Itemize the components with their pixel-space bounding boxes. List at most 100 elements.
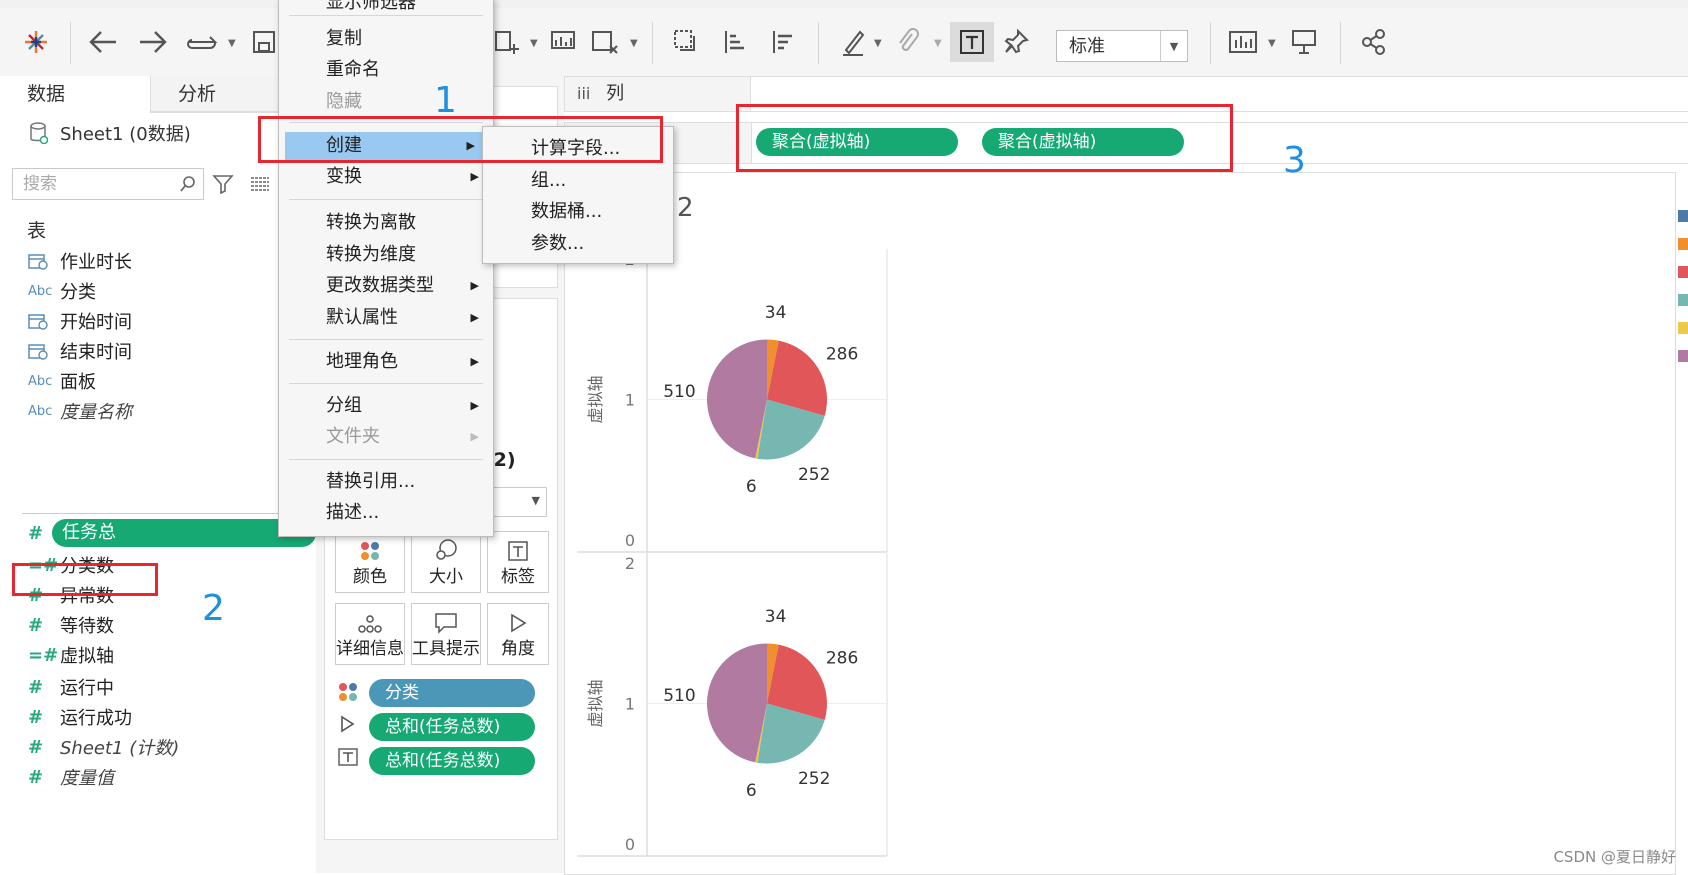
menu-bar [0, 0, 1688, 8]
filter-icon[interactable] [212, 174, 234, 194]
marks-pill-label[interactable]: 总和(任务总数) [369, 747, 535, 775]
redo-loop-icon[interactable] [186, 24, 220, 60]
highlight-dropdown-icon[interactable]: ▼ [874, 38, 882, 49]
clear-dropdown-icon[interactable]: ▼ [630, 38, 638, 49]
submenu-item-group[interactable]: 组... [483, 167, 673, 195]
highlight-box-virtual-axis [12, 563, 158, 596]
pie-slice-label: 6 [746, 477, 757, 497]
share-icon[interactable] [1360, 24, 1388, 60]
field-item[interactable]: Abc 度量名称 [28, 396, 132, 426]
field-item[interactable]: # Sheet1 (计数) [28, 732, 179, 762]
number-type-icon: # [28, 736, 44, 758]
menu-item-rename[interactable]: 重命名 [279, 56, 493, 84]
angle-button[interactable]: 角度 [487, 603, 549, 665]
menu-item-geographic-role[interactable]: 地理角色 ▶ [279, 348, 493, 376]
tab-analysis[interactable]: 分析 [150, 76, 280, 112]
y-axis-label: 虚拟轴 [586, 679, 605, 727]
angle-label: 角度 [501, 639, 535, 659]
toolbar: ▼ ▼ ▼ ▼ ▼ 标准 ▼ ▼ [0, 8, 1688, 77]
tab-data[interactable]: 数据 [0, 76, 150, 112]
back-arrow-icon[interactable] [88, 24, 118, 60]
field-label: 分类 [60, 282, 96, 303]
presentation-icon[interactable] [1290, 24, 1318, 60]
sort-descending-icon[interactable] [768, 24, 796, 60]
menu-item-transform[interactable]: 变换 ▶ [279, 163, 493, 191]
fit-select[interactable]: 标准 ▼ [1056, 30, 1188, 62]
y-axis-label: 虚拟轴 [586, 375, 605, 423]
swap-rows-columns-icon[interactable] [672, 24, 700, 60]
field-item[interactable]: Abc 面板 [28, 366, 96, 396]
submenu-item-parameter[interactable]: 参数... [483, 230, 673, 258]
menu-item-convert-discrete[interactable]: 转换为离散 [279, 209, 493, 237]
color-icon [337, 681, 359, 707]
menu-item-group[interactable]: 分组 ▶ [279, 392, 493, 420]
view-area: 2 012虚拟轴342862526510012虚拟轴342862526510 [564, 172, 1676, 875]
field-label: 面板 [60, 372, 96, 393]
marks-pill-angle[interactable]: 总和(任务总数) [369, 713, 535, 741]
field-item[interactable]: # 运行成功 [28, 702, 132, 732]
field-item-virtual-axis[interactable]: =# 虚拟轴 [28, 640, 114, 670]
menu-item-describe[interactable]: 描述... [279, 499, 493, 527]
color-label: 颜色 [353, 567, 387, 587]
view-list-icon[interactable] [250, 176, 270, 192]
field-item[interactable]: # 运行中 [28, 672, 114, 702]
datasource-item[interactable]: Sheet1 (0数据) [30, 120, 191, 146]
menu-item-change-data-type[interactable]: 更改数据类型 ▶ [279, 272, 493, 300]
show-me-icon[interactable] [1228, 24, 1260, 60]
menu-item-convert-dimension[interactable]: 转换为维度 [279, 241, 493, 269]
number-type-icon: # [28, 706, 44, 728]
field-item-selected[interactable]: # 任务总数 [28, 518, 316, 571]
mark-type-dropdown[interactable]: ▼ [489, 487, 547, 517]
highlight-pen-icon[interactable] [840, 24, 866, 60]
color-button[interactable]: 颜色 [335, 531, 405, 593]
menu-item-folder-label: 文件夹 [326, 426, 380, 447]
submenu-item-bin[interactable]: 数据桶... [483, 198, 673, 226]
annotation-1: 1 [434, 80, 457, 121]
detail-button[interactable]: 详细信息 [335, 603, 405, 665]
tableau-logo-icon[interactable] [22, 24, 50, 60]
tooltip-button[interactable]: 工具提示 [411, 603, 481, 665]
show-me-dropdown-icon[interactable]: ▼ [1268, 38, 1276, 49]
duplicate-sheet-icon[interactable] [548, 24, 578, 60]
clear-sheet-icon[interactable] [590, 24, 620, 60]
redo-dropdown-icon[interactable]: ▼ [228, 38, 236, 49]
y-tick-label: 1 [625, 391, 635, 410]
y-tick-label: 0 [625, 531, 635, 550]
angle-icon [488, 604, 548, 634]
new-worksheet-icon[interactable] [494, 24, 520, 60]
new-worksheet-dropdown-icon[interactable]: ▼ [530, 38, 538, 49]
sort-ascending-icon[interactable] [720, 24, 748, 60]
datasource-name: Sheet1 (0数据) [60, 124, 191, 145]
size-label: 大小 [429, 567, 463, 587]
menu-item-replace-references[interactable]: 替换引用... [279, 468, 493, 496]
annotation-3: 3 [1283, 140, 1306, 181]
menu-item-transform-label: 变换 [326, 166, 362, 187]
show-labels-icon[interactable] [950, 22, 994, 62]
field-item[interactable]: 开始时间 [28, 306, 132, 336]
field-item[interactable]: 结束时间 [28, 336, 132, 366]
field-label: 任务总数 [52, 519, 316, 571]
calc-number-icon: =# [28, 644, 59, 666]
menu-item-default-properties[interactable]: 默认属性 ▶ [279, 304, 493, 332]
group-paperclip-icon[interactable] [896, 24, 920, 60]
chevron-down-icon[interactable]: ▼ [1160, 31, 1187, 61]
pin-axis-icon[interactable] [1004, 24, 1030, 60]
save-icon[interactable] [252, 24, 276, 60]
label-icon [337, 747, 359, 771]
field-item[interactable]: # 度量值 [28, 762, 114, 792]
marks-pill-color[interactable]: 分类 [369, 679, 535, 707]
size-button[interactable]: 大小 [411, 531, 481, 593]
label-icon [488, 532, 548, 562]
field-item[interactable]: 作业时长 [28, 246, 132, 276]
forward-arrow-icon[interactable] [138, 24, 168, 60]
field-item[interactable]: Abc 分类 [28, 276, 96, 306]
field-item[interactable]: # 等待数 [28, 610, 114, 640]
field-label: 结束时间 [60, 342, 132, 363]
tooltip-icon [412, 604, 480, 634]
highlight-box-rows-shelf [736, 104, 1233, 172]
detail-icon [336, 604, 404, 634]
menu-item-copy[interactable]: 复制 [279, 25, 493, 53]
section-title-tables: 表 [27, 220, 47, 242]
label-button[interactable]: 标签 [487, 531, 549, 593]
field-search-input[interactable]: 搜索 [12, 168, 204, 200]
